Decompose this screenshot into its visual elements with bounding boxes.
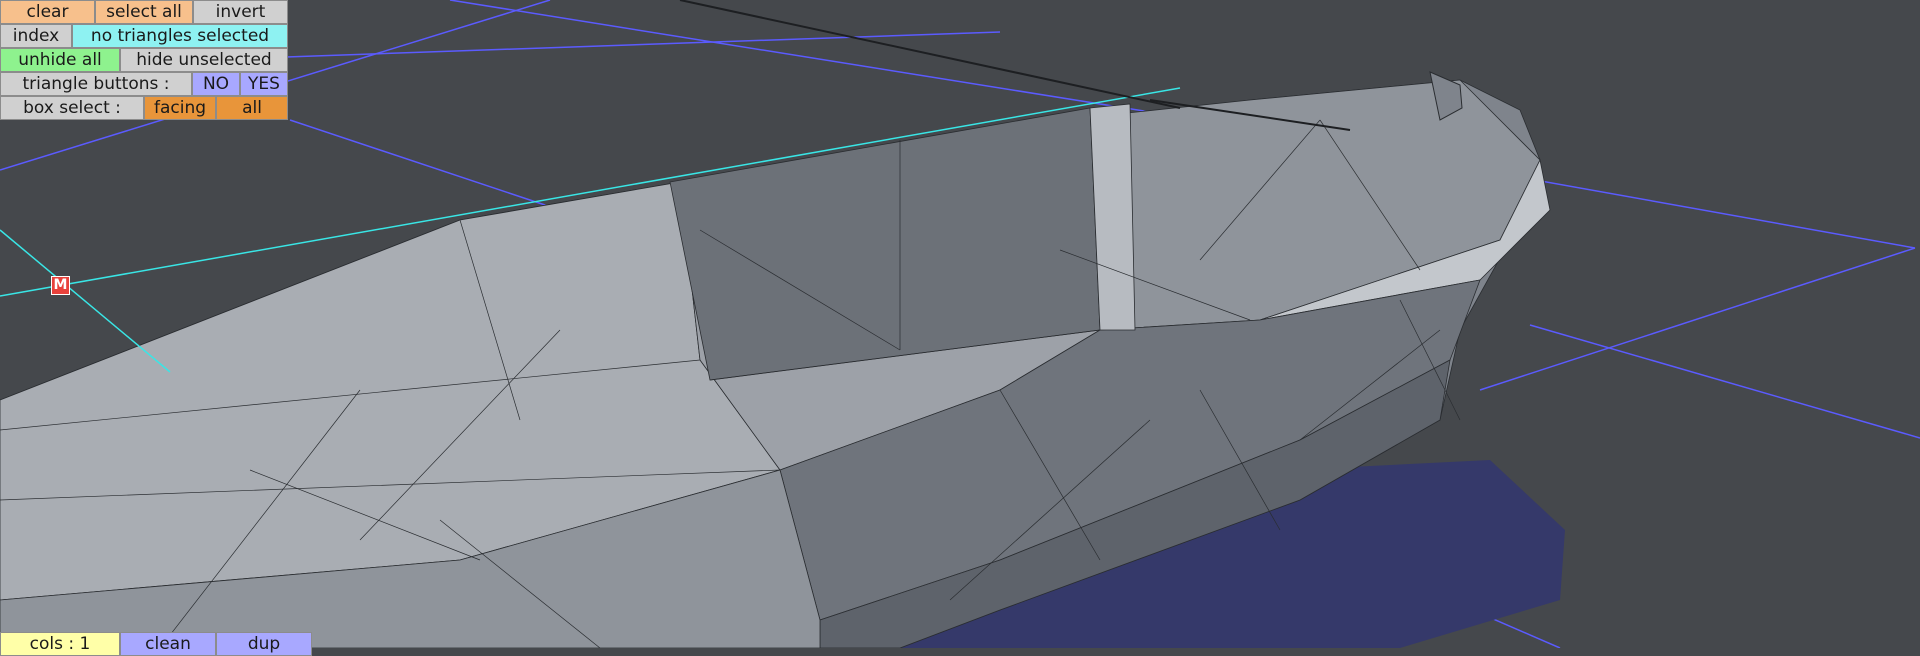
hide-unselected-button[interactable]: hide unselected [120, 48, 288, 72]
clean-button[interactable]: clean [120, 632, 216, 656]
triangle-buttons-yes-toggle[interactable]: YES [240, 72, 288, 96]
3d-viewport[interactable] [0, 0, 1920, 648]
toolbar-row-index: index no triangles selected [0, 24, 288, 48]
triangle-buttons-no-toggle[interactable]: NO [192, 72, 240, 96]
bottom-toolbar: cols : 1 clean dup [0, 632, 312, 656]
toolbar-row-selection: clear select all invert [0, 0, 288, 24]
toolbar-panel: clear select all invert index no triangl… [0, 0, 288, 120]
box-select-facing-toggle[interactable]: facing [144, 96, 216, 120]
select-all-button[interactable]: select all [95, 0, 193, 24]
model-marker-icon[interactable]: M [51, 276, 70, 295]
box-select-all-toggle[interactable]: all [216, 96, 288, 120]
index-button[interactable]: index [0, 24, 72, 48]
toolbar-row-box-select: box select : facing all [0, 96, 288, 120]
toolbar-row-triangle-buttons: triangle buttons : NO YES [0, 72, 288, 96]
invert-button[interactable]: invert [193, 0, 288, 24]
triangle-buttons-label: triangle buttons : [0, 72, 192, 96]
clear-button[interactable]: clear [0, 0, 95, 24]
cols-button[interactable]: cols : 1 [0, 632, 120, 656]
toolbar-row-visibility: unhide all hide unselected [0, 48, 288, 72]
box-select-label: box select : [0, 96, 144, 120]
selection-status: no triangles selected [72, 24, 288, 48]
dup-button[interactable]: dup [216, 632, 312, 656]
unhide-all-button[interactable]: unhide all [0, 48, 120, 72]
